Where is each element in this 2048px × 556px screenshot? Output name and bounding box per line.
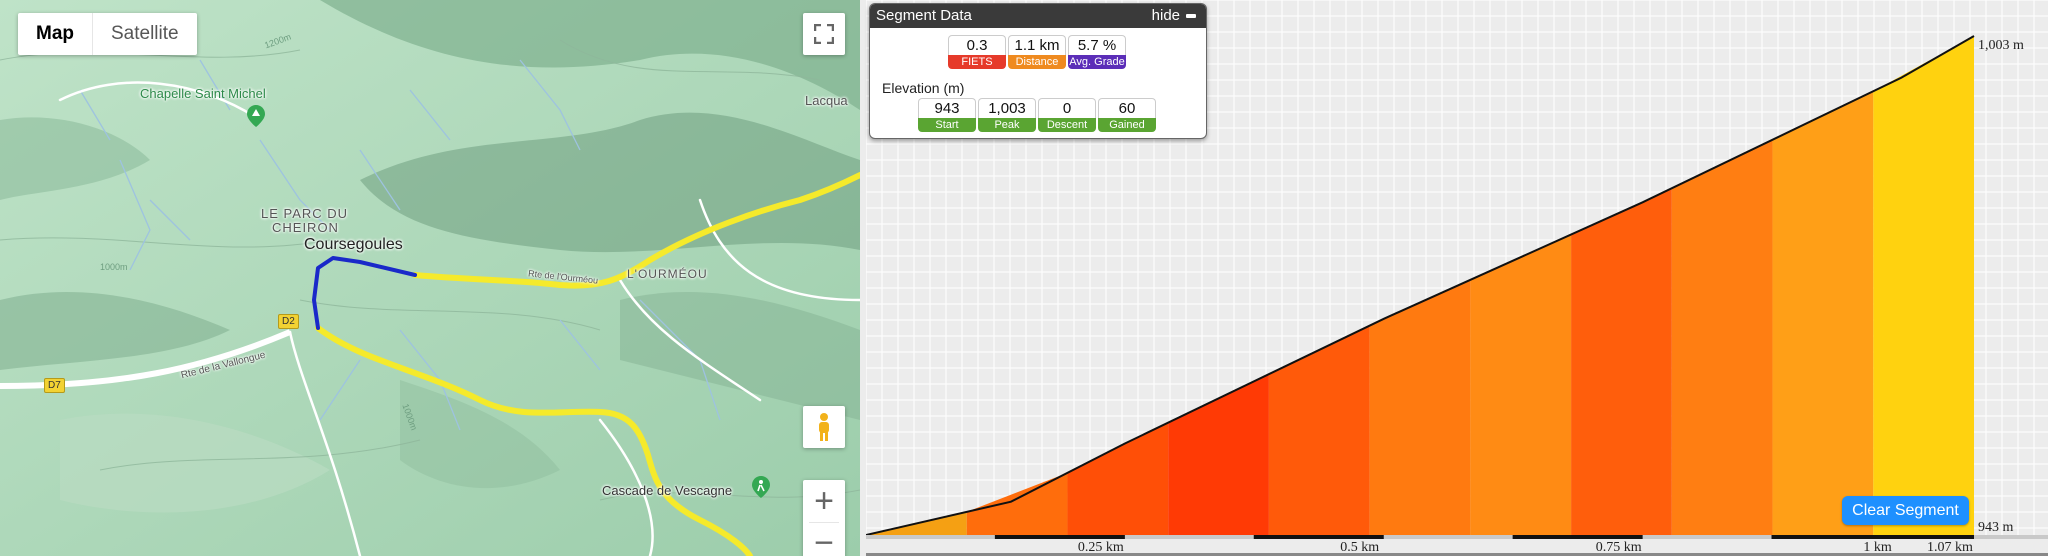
- stat-value: 1,003: [978, 98, 1036, 118]
- stat-gained: 60 Gained: [1098, 98, 1156, 132]
- park-marker-icon[interactable]: [247, 105, 265, 127]
- stat-value: 943: [918, 98, 976, 118]
- map-type-control: Map Satellite: [18, 13, 197, 55]
- y-max-label: 1,003 m: [1978, 38, 2024, 53]
- stat-value: 0.3: [948, 35, 1006, 55]
- map-view[interactable]: Chapelle Saint Michel Lacqua LE PARC DU …: [0, 0, 860, 556]
- stat-label: Avg. Grade: [1068, 55, 1126, 69]
- stat-fiets: 0.3 FIETS: [948, 35, 1006, 69]
- stat-start: 943 Start: [918, 98, 976, 132]
- stat-avg-grade: 5.7 % Avg. Grade: [1068, 35, 1126, 69]
- stat-value: 1.1 km: [1008, 35, 1066, 55]
- fullscreen-icon: [814, 24, 834, 44]
- stat-label: Start: [918, 118, 976, 132]
- pegman-icon: [819, 413, 829, 441]
- stat-value: 5.7 %: [1068, 35, 1126, 55]
- label-contour-1000a: 1000m: [100, 262, 128, 272]
- hiking-marker-icon[interactable]: [752, 476, 770, 498]
- stat-descent: 0 Descent: [1038, 98, 1096, 132]
- grade-band: [1067, 422, 1169, 535]
- x-tick-label: 0.75 km: [1596, 540, 1642, 555]
- label-parc-line2: CHEIRON: [272, 220, 339, 235]
- label-coursegoules: Coursegoules: [304, 236, 403, 253]
- road-shield-d2: D2: [278, 314, 299, 329]
- grade-band: [1671, 139, 1773, 536]
- map-type-map-button[interactable]: Map: [18, 13, 93, 55]
- stat-peak: 1,003 Peak: [978, 98, 1036, 132]
- grade-band: [966, 472, 1068, 535]
- zoom-control: + −: [803, 480, 845, 556]
- street-view-button[interactable]: [803, 406, 845, 448]
- fullscreen-button[interactable]: [803, 13, 845, 55]
- stat-value: 60: [1098, 98, 1156, 118]
- label-lacqua: Lacqua: [805, 93, 848, 108]
- stat-label: FIETS: [948, 55, 1006, 69]
- label-chapelle: Chapelle Saint Michel: [140, 86, 266, 101]
- hide-label: hide: [1151, 7, 1180, 24]
- x-tick-label: 0.25 km: [1078, 540, 1124, 555]
- x-tick-label: 1 km: [1863, 540, 1892, 555]
- y-min-label: 943 m: [1978, 520, 2014, 535]
- road-shield-d7: D7: [44, 378, 65, 393]
- segment-panel-title: Segment Data: [876, 7, 972, 24]
- stat-label: Gained: [1098, 118, 1156, 132]
- x-tick-mark: [994, 535, 1125, 539]
- elevation-stats: 943 Start 1,003 Peak 0 Descent 60 Gained: [918, 98, 1156, 132]
- zoom-out-button[interactable]: −: [803, 522, 845, 556]
- map-terrain: [0, 0, 860, 556]
- x-tick-mark: [1253, 535, 1384, 539]
- grade-band: [1470, 234, 1572, 535]
- segment-panel-header: Segment Data hide: [870, 4, 1206, 28]
- grade-band: [1571, 188, 1672, 535]
- elevation-title: Elevation (m): [882, 80, 965, 96]
- x-tick-label: 0.5 km: [1340, 540, 1379, 555]
- zoom-in-button[interactable]: +: [803, 480, 845, 522]
- clear-segment-button[interactable]: Clear Segment: [1842, 496, 1969, 525]
- grade-band: [1268, 325, 1370, 535]
- x-tick-mark: [1844, 535, 1974, 539]
- stat-value: 0: [1038, 98, 1096, 118]
- map-type-satellite-button[interactable]: Satellite: [93, 13, 197, 55]
- zoom-divider: [809, 522, 839, 523]
- minus-icon: [1186, 14, 1196, 19]
- segment-stats: 0.3 FIETS 1.1 km Distance 5.7 % Avg. Gra…: [948, 35, 1126, 69]
- stat-label: Peak: [978, 118, 1036, 132]
- stat-label: Distance: [1008, 55, 1066, 69]
- grade-band: [1772, 91, 1874, 536]
- stat-label: Descent: [1038, 118, 1096, 132]
- label-cascade: Cascade de Vescagne: [602, 483, 733, 498]
- x-tick-label: 1.07 km: [1927, 540, 1973, 555]
- label-ourmeou: L'OURMÉOU: [627, 267, 708, 281]
- x-tick-mark: [1512, 535, 1643, 539]
- grade-band: [1873, 36, 1974, 535]
- stat-distance: 1.1 km Distance: [1008, 35, 1066, 69]
- label-parc-line1: LE PARC DU: [261, 206, 349, 221]
- hide-panel-button[interactable]: hide: [1152, 4, 1196, 28]
- segment-data-panel: Segment Data hide 0.3 FIETS 1.1 km Dista…: [869, 3, 1207, 139]
